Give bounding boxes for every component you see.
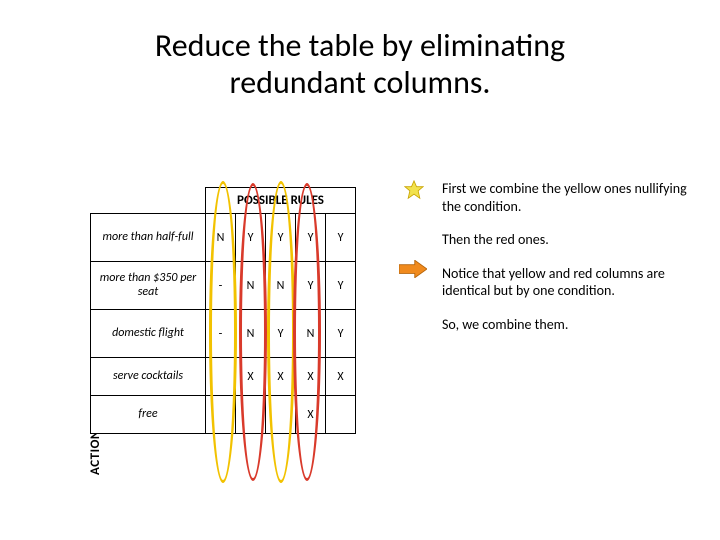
cell: Y bbox=[266, 310, 296, 358]
cell bbox=[206, 358, 236, 396]
cell bbox=[206, 396, 236, 434]
note-text: Then the red ones. bbox=[418, 231, 708, 249]
row-label: serve cocktails bbox=[91, 358, 206, 396]
row-label: free bbox=[91, 396, 206, 434]
cell: - bbox=[206, 310, 236, 358]
note-text: So, we combine them. bbox=[418, 316, 708, 334]
cell: Y bbox=[296, 214, 326, 262]
decision-table-area: CONDITONS ACTIONS POSSIBLE RULES more th… bbox=[60, 175, 460, 505]
row-label: more than $350 per seat bbox=[91, 262, 206, 310]
cell: X bbox=[266, 358, 296, 396]
table-row: free X bbox=[91, 396, 356, 434]
cell bbox=[266, 396, 296, 434]
cell: N bbox=[236, 262, 266, 310]
table-row: serve cocktails X X X X bbox=[91, 358, 356, 396]
table-row: more than half-full N Y Y Y Y bbox=[91, 214, 356, 262]
table-header: POSSIBLE RULES bbox=[206, 188, 356, 214]
cell: X bbox=[296, 358, 326, 396]
annotation-panel: First we combine the yellow ones nullify… bbox=[418, 180, 708, 349]
title-line2: redundant columns. bbox=[230, 63, 491, 102]
table-row: more than $350 per seat - N N Y Y bbox=[91, 262, 356, 310]
row-label: domestic flight bbox=[91, 310, 206, 358]
cell: N bbox=[206, 214, 236, 262]
cell: - bbox=[206, 262, 236, 310]
cell: Y bbox=[236, 214, 266, 262]
cell: Y bbox=[326, 214, 356, 262]
row-label: more than half-full bbox=[91, 214, 206, 262]
cell bbox=[326, 396, 356, 434]
cell: Y bbox=[326, 262, 356, 310]
cell: Y bbox=[326, 310, 356, 358]
note-text: First we combine the yellow ones nullify… bbox=[418, 180, 708, 215]
cell: N bbox=[296, 310, 326, 358]
cell: X bbox=[326, 358, 356, 396]
slide-title: Reduce the table by eliminating redundan… bbox=[0, 0, 720, 102]
cell: X bbox=[296, 396, 326, 434]
cell: N bbox=[236, 310, 266, 358]
note-text: Notice that yellow and red columns are i… bbox=[418, 265, 708, 300]
table-row: domestic flight - N Y N Y bbox=[91, 310, 356, 358]
cell: Y bbox=[296, 262, 326, 310]
cell: Y bbox=[266, 214, 296, 262]
decision-table: POSSIBLE RULES more than half-full N Y Y… bbox=[90, 187, 356, 434]
title-line1: Reduce the table by eliminating bbox=[155, 26, 565, 65]
cell: N bbox=[266, 262, 296, 310]
cell: X bbox=[236, 358, 266, 396]
cell bbox=[236, 396, 266, 434]
